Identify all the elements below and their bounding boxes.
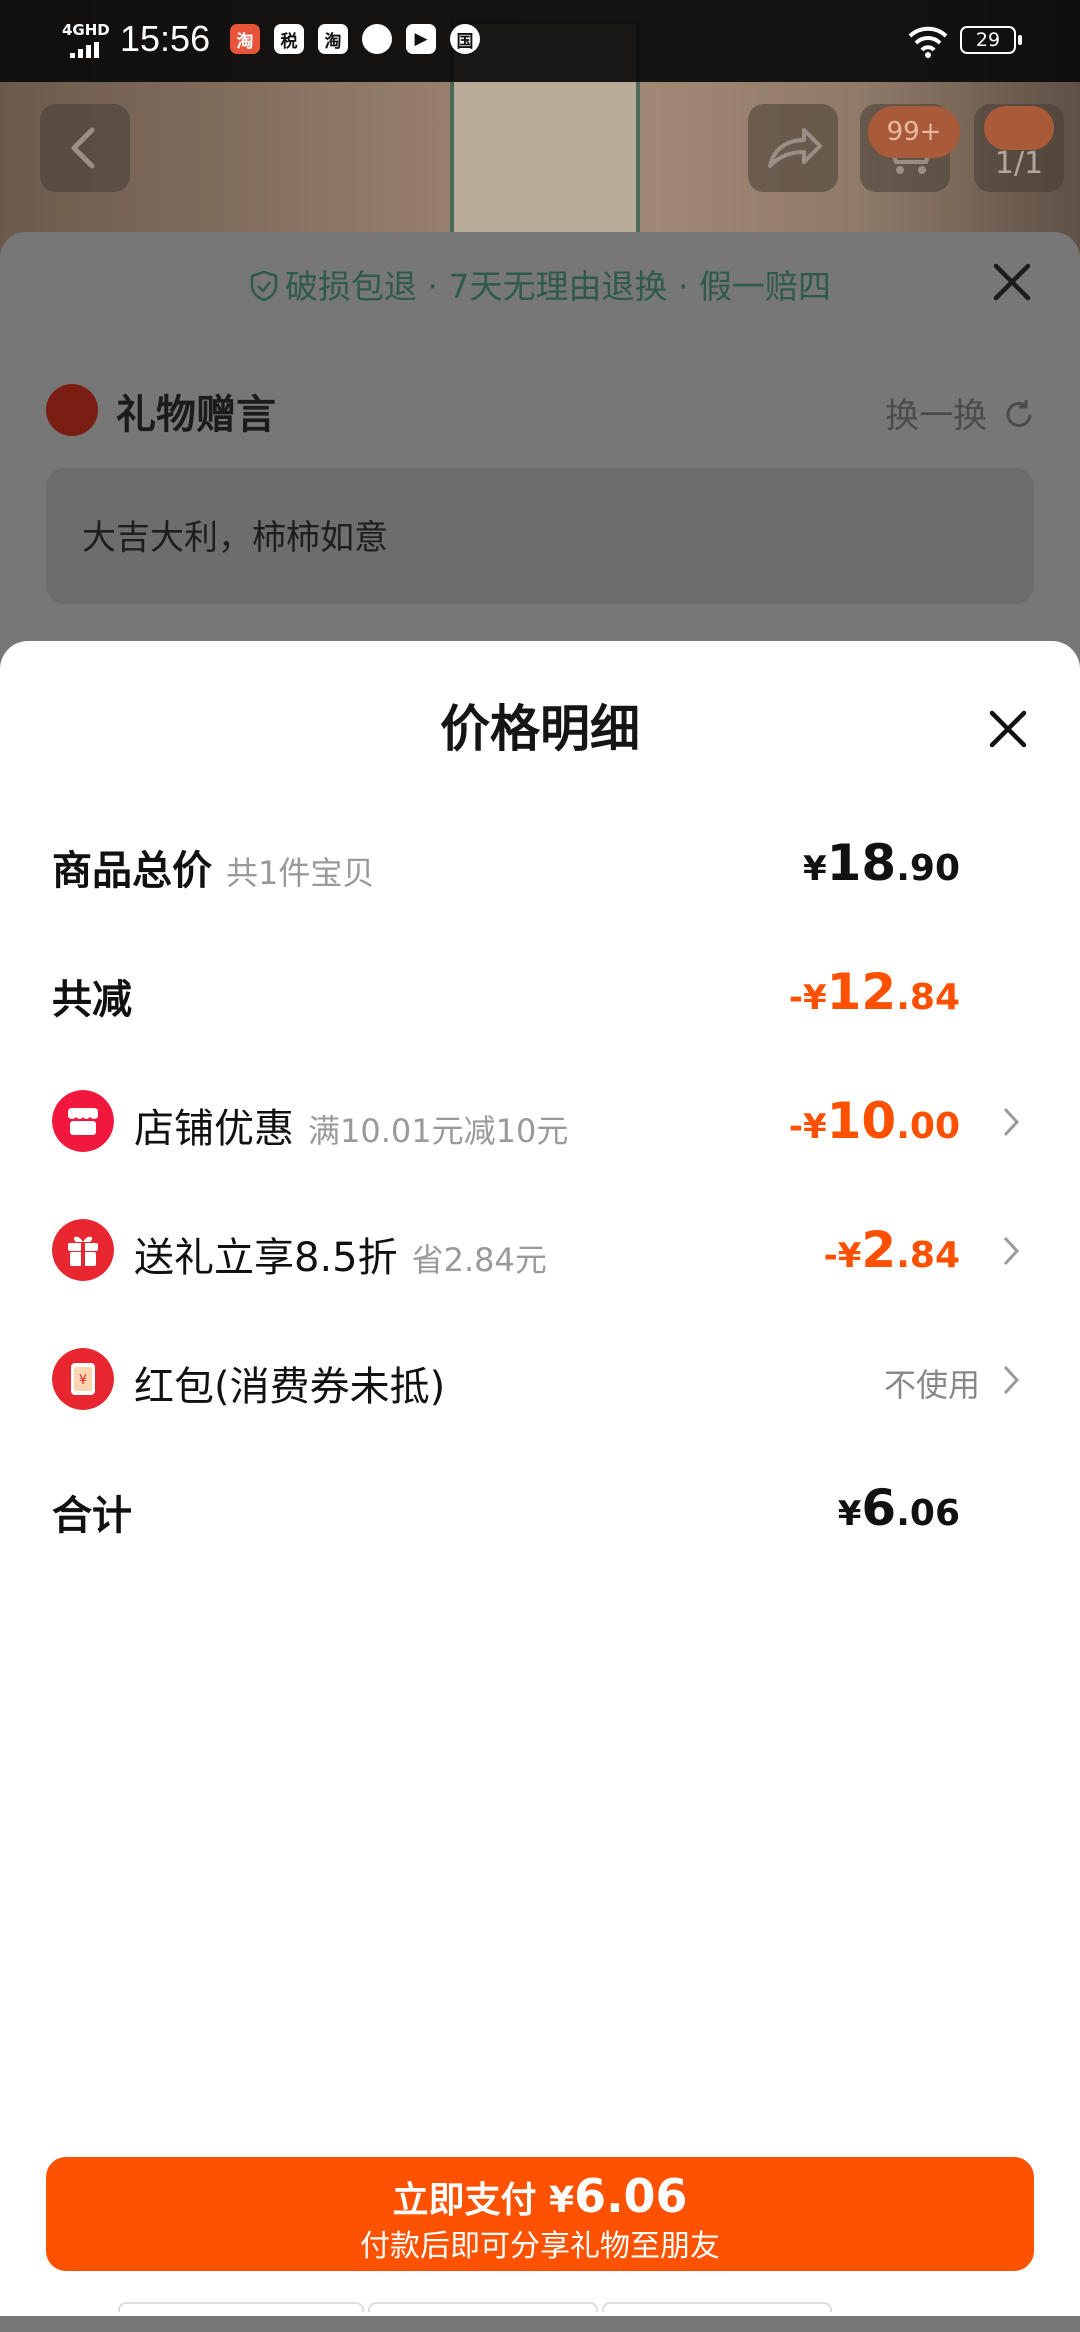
network-type: 4GHD <box>62 21 110 39</box>
pay-now-label: 立即支付 <box>392 2180 537 2221</box>
total-price-amount: ¥18.90 <box>802 834 960 892</box>
pay-amount: 6.06 <box>574 2169 688 2223</box>
red-packet-value: 不使用 <box>883 1366 980 1404</box>
gift-message-header: 礼物赠言 换一换 <box>46 380 1036 440</box>
pay-now-button[interactable]: 立即支付 ¥6.06 付款后即可分享礼物至朋友 <box>46 2157 1034 2271</box>
share-icon <box>768 128 822 168</box>
shield-check-icon <box>250 270 278 302</box>
row-total-discount: 共减 -¥12.84 <box>52 953 1028 1033</box>
gift-discount-saving: 省2.84元 <box>411 1241 547 1279</box>
notification-app-icon: 国 <box>450 24 480 54</box>
sum-amount: ¥6.06 <box>837 1479 960 1537</box>
signal-icon <box>70 42 106 58</box>
total-discount-amount: -¥12.84 <box>788 963 960 1021</box>
shop-promo-amount: -¥10.00 <box>788 1092 960 1150</box>
row-gift-discount[interactable]: 送礼立享8.5折 省2.84元 -¥2.84 <box>52 1211 1028 1291</box>
chevron-right-icon <box>1003 1107 1020 1137</box>
row-shop-promo[interactable]: 店铺优惠 满10.01元减10元 -¥10.00 <box>52 1082 1028 1162</box>
notification-app-icon: 淘 <box>230 24 260 54</box>
price-detail-sheet: 价格明细 商品总价 共1件宝贝 ¥18.90 共减 -¥12.84 店铺优惠 满10… <box>0 641 1080 2316</box>
play-icon: ▶ <box>406 24 436 54</box>
gift-discount-label: 送礼立享8.5折 省2.84元 <box>134 1235 547 1281</box>
back-icon <box>71 127 95 169</box>
chat-icon <box>362 24 392 54</box>
row-red-packet[interactable]: ¥ 红包(消费券未抵) 不使用 <box>52 1340 1028 1420</box>
swap-message-button[interactable]: 换一换 <box>885 388 1036 437</box>
notification-app-icon: 税 <box>274 24 304 54</box>
gift-message-title: 礼物赠言 <box>116 392 276 438</box>
bottom-tab-edges <box>118 2302 962 2316</box>
red-packet-label: 红包(消费券未抵) <box>134 1364 446 1410</box>
gift-box-icon <box>52 1219 114 1281</box>
row-total-price: 商品总价 共1件宝贝 ¥18.90 <box>52 824 1028 904</box>
item-count: 共1件宝贝 <box>226 854 375 892</box>
battery-icon: 29 <box>960 26 1022 54</box>
pay-currency: ¥ <box>549 2180 575 2221</box>
red-packet-icon: ¥ <box>52 1348 114 1410</box>
refresh-icon <box>1006 400 1032 427</box>
svg-text:¥: ¥ <box>79 1373 87 1388</box>
notification-app-icon: 淘 <box>318 24 348 54</box>
gift-icon <box>46 384 98 436</box>
pay-now-subtitle: 付款后即可分享礼物至朋友 <box>360 2229 720 2264</box>
shop-promo-rule: 满10.01元减10元 <box>308 1112 569 1150</box>
gift-sheet-close-icon[interactable] <box>988 258 1036 306</box>
gift-discount-amount: -¥2.84 <box>823 1221 960 1279</box>
guarantee-text: 破损包退 · 7天无理由退换 · 假一赔四 <box>285 267 831 306</box>
pay-now-main: 立即支付 ¥6.06 <box>46 2169 1034 2223</box>
notification-icons: 淘 税 淘 ▶ 国 <box>230 24 480 54</box>
cart-badge: 99+ <box>868 106 960 158</box>
shop-icon <box>52 1090 114 1152</box>
gift-message-input[interactable]: 大吉大利，柿柿如意 <box>46 468 1034 604</box>
total-price-label: 商品总价 共1件宝贝 <box>52 848 375 894</box>
chevron-right-icon <box>1003 1236 1020 1266</box>
share-button[interactable] <box>748 104 838 192</box>
swap-label: 换一换 <box>885 396 988 436</box>
total-discount-label: 共减 <box>52 977 132 1023</box>
close-icon[interactable] <box>986 707 1030 751</box>
shop-promo-label: 店铺优惠 满10.01元减10元 <box>134 1106 569 1152</box>
sheet-title: 价格明细 <box>440 700 640 758</box>
clock: 15:56 <box>120 18 211 59</box>
status-bar: 4GHD 15:56 淘 税 淘 ▶ 国 29 <box>0 0 1080 82</box>
wifi-icon <box>908 26 948 58</box>
guarantee-banner: 破损包退 · 7天无理由退换 · 假一赔四 <box>0 260 1080 308</box>
chevron-right-icon <box>1003 1365 1020 1395</box>
more-badge <box>984 106 1054 150</box>
back-button[interactable] <box>40 104 130 192</box>
sum-label: 合计 <box>52 1493 132 1539</box>
row-sum: 合计 ¥6.06 <box>52 1469 1028 1549</box>
